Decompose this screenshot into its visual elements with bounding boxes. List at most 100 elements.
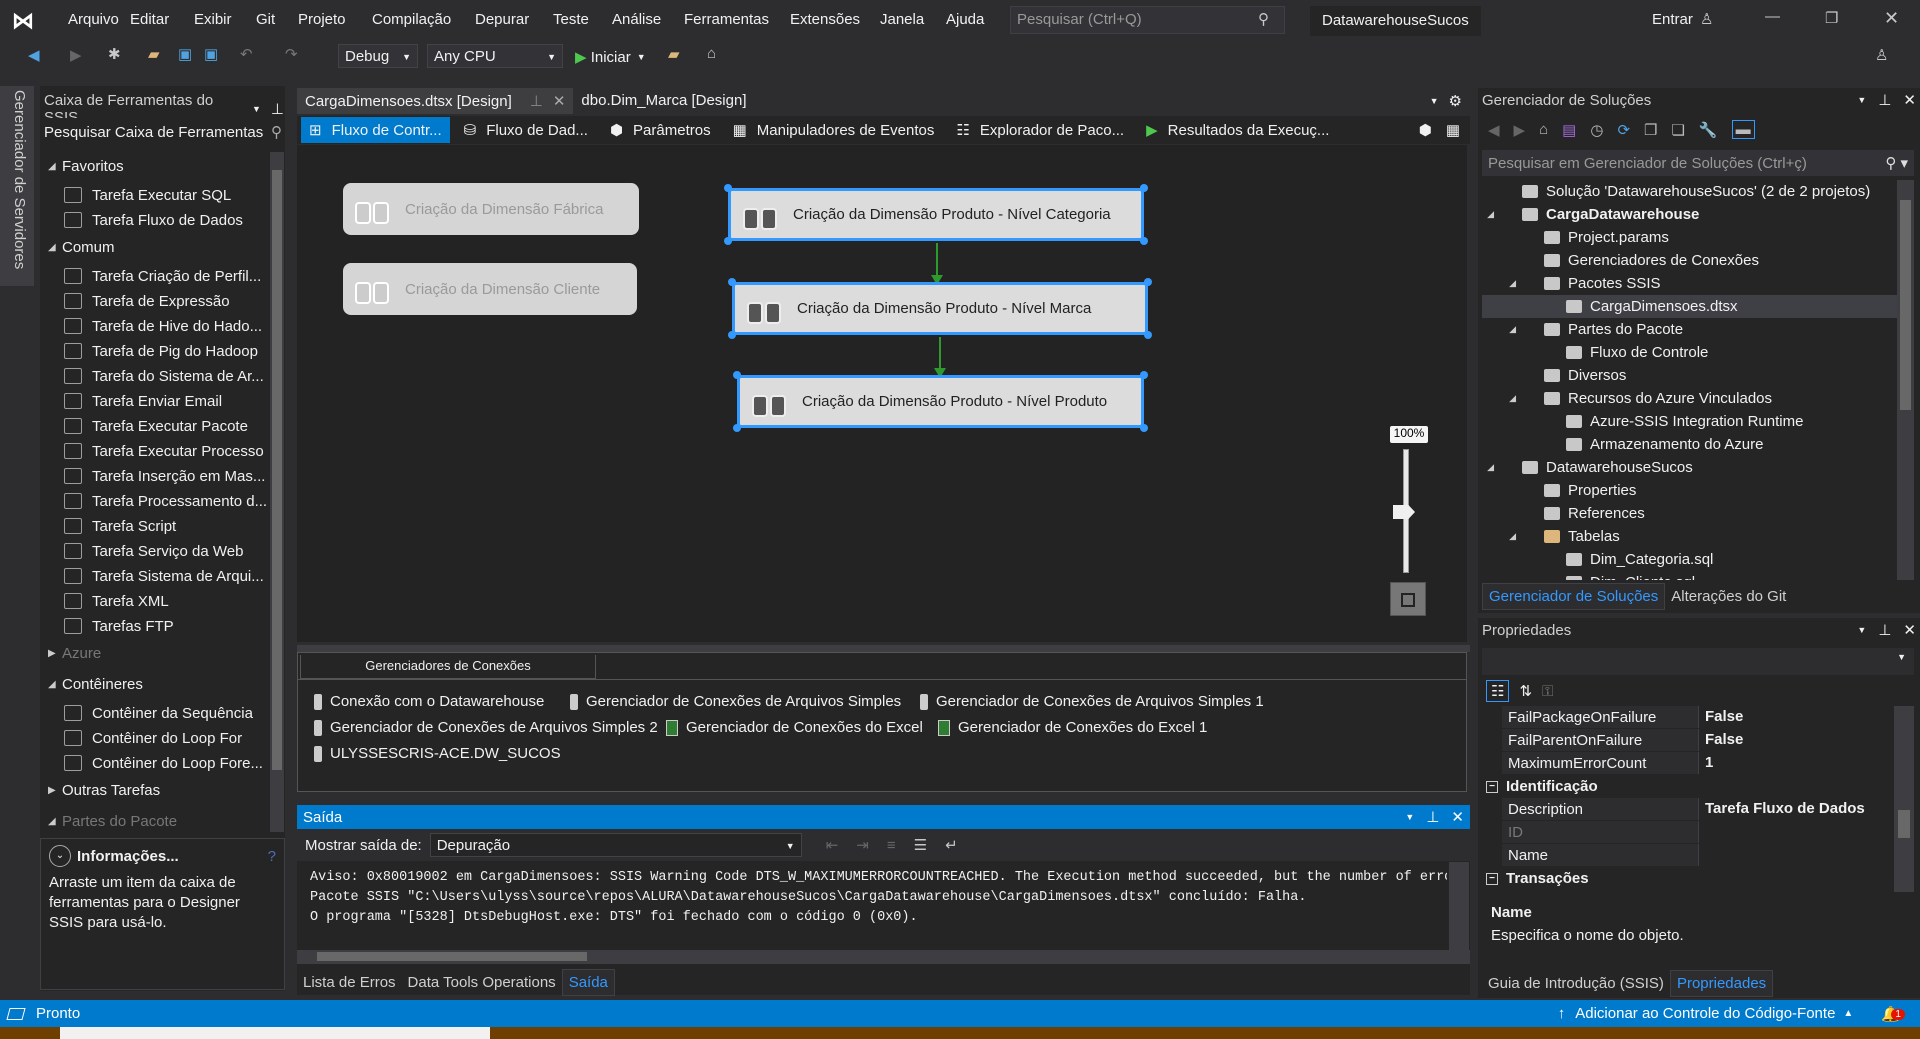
tree-item[interactable]: ◢ Pacotes SSIS [1482,272,1897,295]
close-tab-icon[interactable]: ✕ [553,93,566,110]
tree-item[interactable]: Solução 'DatawarehouseSucos' (2 de 2 pro… [1482,180,1897,203]
splitter[interactable] [297,645,1470,652]
toolbox-item[interactable]: Tarefa Processamento d... [40,489,267,513]
menu-item[interactable]: Projeto [298,11,346,28]
go-to-next-icon[interactable]: ⇥ [856,836,869,854]
expanded-icon[interactable]: ◢ [1482,462,1500,473]
toolbox-group[interactable]: ▶ Outras Tarefas [48,782,160,799]
toolbox-item[interactable]: Contêiner do Loop Fore... [40,751,263,775]
live-share-icon[interactable]: ♙ [1875,46,1888,64]
expanded-icon[interactable]: ◢ [1482,209,1500,220]
resize-handle[interactable] [1144,278,1152,286]
resize-handle[interactable] [724,237,732,245]
save-icon[interactable]: ▣ [178,45,192,63]
tree-item[interactable]: Dim_Categoria.sql [1482,548,1897,571]
connection-manager[interactable]: Gerenciador de Conexões do Excel [666,719,923,736]
search-input[interactable]: Pesquisar (Ctrl+Q) [1010,6,1285,34]
resize-handle[interactable] [1140,424,1148,432]
toolbox-item[interactable]: Contêiner do Loop For [40,726,242,750]
resize-handle[interactable] [1140,184,1148,192]
go-to-previous-icon[interactable]: ⇤ [826,836,839,854]
property-row[interactable]: Description Tarefa Fluxo de Dados [1502,798,1894,820]
wrench-icon[interactable]: 🔧 [1699,121,1718,139]
toolbox-item[interactable]: Tarefa Sistema de Arqui... [40,564,264,588]
panel-tab[interactable]: Gerenciador de Soluções [1482,582,1666,610]
tree-scrollbar[interactable] [1897,180,1914,580]
resize-handle[interactable] [728,331,736,339]
collapse-icon[interactable]: ⌄ [49,845,71,867]
property-value[interactable]: Tarefa Fluxo de Dados [1698,798,1894,820]
refresh-icon[interactable]: ⟳ [1617,121,1630,139]
sign-in-button[interactable]: Entrar [1652,11,1693,28]
dropdown-icon[interactable]: ▼ [1857,625,1866,635]
tab-cargadimensoes[interactable]: CargaDimensoes.dtsx [Design] ⊥ ✕ [297,88,574,114]
menu-item[interactable]: Exibir [194,11,232,28]
toolbox-scrollbar[interactable] [270,152,284,832]
alphabetical-icon[interactable]: ⇅ [1519,682,1532,700]
toolbox-item[interactable]: Tarefa Serviço da Web [40,539,243,563]
connection-managers-tab[interactable]: Gerenciadores de Conexões [300,655,596,679]
tab-dim-marca[interactable]: dbo.Dim_Marca [Design] [573,88,754,114]
pending-changes-icon[interactable]: ◷ [1590,121,1603,139]
find-next-icon[interactable]: ≡ [887,837,896,854]
toolbox-group[interactable]: ◢ Comum [48,239,115,256]
toolbox-item[interactable]: Tarefa de Pig do Hadoop [40,339,258,363]
property-value[interactable]: False [1698,706,1894,728]
resize-handle[interactable] [724,184,732,192]
tree-item[interactable]: Armazenamento do Azure [1482,433,1897,456]
menu-item[interactable]: Depurar [475,11,529,28]
forward-icon[interactable]: ▶ [70,46,82,64]
expanded-icon[interactable]: ◢ [1482,393,1522,404]
property-scrollbar[interactable] [1894,706,1914,892]
panel-tab[interactable]: Lista de Erros [297,970,402,995]
scrollbar-thumb[interactable] [1900,200,1911,410]
data-flow-task[interactable]: Criação da Dimensão Produto - Nível Prod… [737,375,1144,428]
menu-item[interactable]: Ajuda [946,11,984,28]
tree-item[interactable]: References [1482,502,1897,525]
menu-item[interactable]: Compilação [372,11,451,28]
resize-handle[interactable] [1144,331,1152,339]
property-value[interactable] [1698,844,1894,866]
toolbox-item[interactable]: Tarefa XML [40,589,169,613]
tree-item[interactable]: ◢ Tabelas [1482,525,1897,548]
output-vertical-scrollbar[interactable] [1449,862,1469,950]
back-icon[interactable]: ◀ [1488,121,1500,139]
output-source-select[interactable]: Depuração ▼ [429,833,802,857]
scrollbar-thumb[interactable] [317,952,587,961]
redo-icon[interactable]: ↷ [285,45,298,63]
collapse-icon[interactable]: − [1486,780,1498,793]
menu-item[interactable]: Arquivo [68,11,119,28]
property-value[interactable] [1698,821,1894,843]
variables-icon[interactable]: ▦ [1446,121,1460,139]
property-row[interactable]: FailParentOnFailure False [1502,729,1894,751]
panel-tab[interactable]: Saída [561,968,615,996]
tree-item[interactable]: Dim_Cliente.sql [1482,571,1897,580]
pin-icon[interactable]: ⊥ [1878,621,1891,639]
word-wrap-icon[interactable]: ↵ [945,836,958,854]
preview-icon[interactable]: ▬ [1731,120,1755,139]
tree-item[interactable]: Diversos [1482,364,1897,387]
panel-tab[interactable]: Data Tools Operations [402,970,562,995]
toolbox-group[interactable]: ▶ Azure [48,645,101,662]
control-flow-canvas[interactable]: 100% Criação da Dimensão Fábrica Criação … [297,145,1467,642]
menu-item[interactable]: Análise [612,11,661,28]
resize-handle[interactable] [728,278,736,286]
zoom-to-fit-button[interactable] [1390,582,1426,616]
minimize-button[interactable]: — [1765,8,1780,25]
find-in-files-icon[interactable]: ▰ [668,45,680,63]
expanded-icon[interactable]: ◢ [1482,324,1522,335]
toolbox-item[interactable]: Contêiner da Sequência [40,701,253,725]
toolbox-item[interactable]: Tarefa de Hive do Hado... [40,314,262,338]
scrollbar-thumb[interactable] [1898,810,1910,838]
connection-manager[interactable]: Gerenciador de Conexões de Arquivos Simp… [920,693,1264,710]
tree-item[interactable]: ◢ DatawarehouseSucos [1482,456,1897,479]
menu-item[interactable]: Extensões [790,11,860,28]
forward-icon[interactable]: ▶ [1514,121,1526,139]
close-icon[interactable]: ✕ [1451,808,1464,826]
toolbox-item[interactable]: Tarefa do Sistema de Ar... [40,364,264,388]
toolbox-search[interactable]: Pesquisar Caixa de Ferramentas ⚲ [44,118,282,146]
connection-manager[interactable]: Gerenciador de Conexões de Arquivos Simp… [570,693,901,710]
tree-item[interactable]: Fluxo de Controle [1482,341,1897,364]
scrollbar-thumb[interactable] [272,170,282,770]
pin-icon[interactable]: ⊥ [1426,808,1439,826]
